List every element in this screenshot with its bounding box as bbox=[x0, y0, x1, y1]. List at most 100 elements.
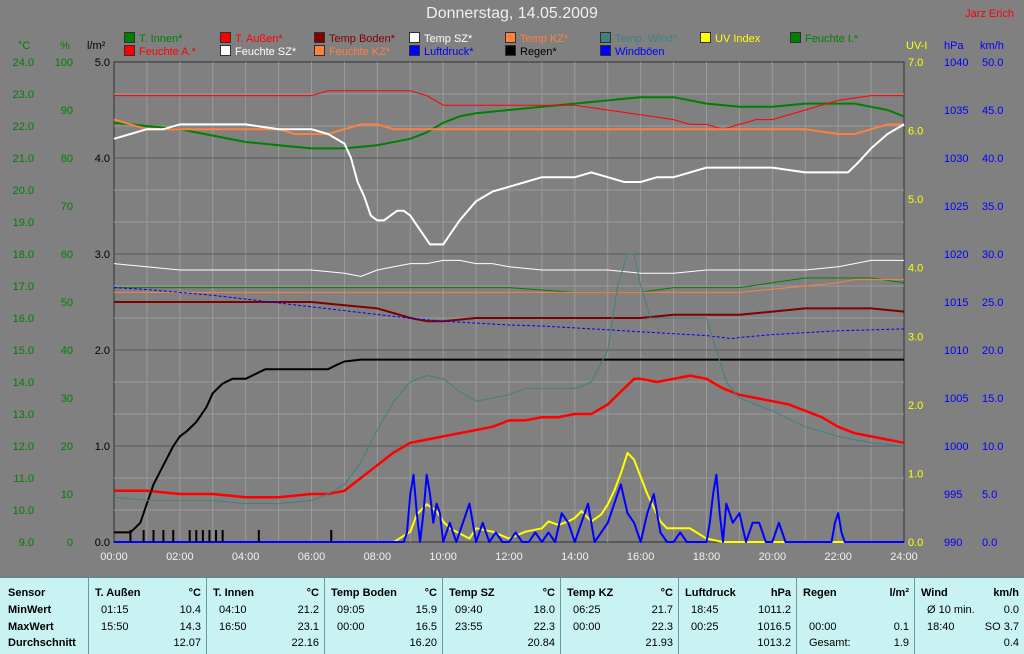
summary-min-value: 1011.2 bbox=[758, 604, 791, 616]
wind-tick-label: 50.0 bbox=[982, 57, 1003, 69]
legend-swatch bbox=[314, 32, 325, 43]
summary-max-value: 16.5 bbox=[415, 621, 437, 633]
summary-block-unit: °C bbox=[306, 587, 319, 599]
legend-item: Feuchte I.* bbox=[790, 32, 858, 45]
temp-tick-label: 15.0 bbox=[13, 345, 34, 357]
legend-item: Feuchte A.* bbox=[124, 45, 196, 58]
x-tick-label: 04:00 bbox=[232, 551, 260, 563]
temp-tick-label: 11.0 bbox=[13, 473, 34, 485]
summary-min-value: 21.2 bbox=[297, 604, 319, 616]
legend-label: UV Index bbox=[715, 33, 761, 45]
unit-wind: km/h bbox=[980, 40, 1004, 52]
legend-item: Feuchte KZ* bbox=[314, 45, 390, 58]
unit-rain: l/m² bbox=[87, 40, 106, 52]
x-tick-label: 22:00 bbox=[824, 551, 852, 563]
author-label: Jarz Erich bbox=[965, 8, 1014, 20]
pressure-tick-label: 1040 bbox=[944, 57, 968, 69]
summary-block-header: Wind bbox=[921, 587, 948, 599]
x-tick-label: 14:00 bbox=[561, 551, 589, 563]
pressure-tick-label: 1010 bbox=[944, 345, 968, 357]
pressure-tick-label: 1000 bbox=[944, 441, 968, 453]
humidity-tick-label: 90 bbox=[61, 105, 73, 117]
uv-tick-label: 4.0 bbox=[908, 263, 923, 275]
legend-swatch bbox=[409, 32, 420, 43]
summary-min-time: 18:45 bbox=[691, 604, 719, 616]
summary-min-time: 01:15 bbox=[101, 604, 129, 616]
pressure-tick-label: 1020 bbox=[944, 249, 968, 261]
wind-tick-label: 25.0 bbox=[982, 297, 1003, 309]
legend-item: Temp KZ* bbox=[505, 32, 568, 45]
uv-tick-label: 5.0 bbox=[908, 194, 923, 206]
legend-swatch bbox=[314, 45, 325, 56]
pressure-tick-label: 990 bbox=[944, 537, 962, 549]
summary-block-unit: °C bbox=[542, 587, 555, 599]
wind-tick-label: 0.0 bbox=[982, 537, 997, 549]
humidity-tick-label: 10 bbox=[61, 489, 73, 501]
summary-block-header: Temp SZ bbox=[449, 587, 495, 599]
summary-block-header: Luftdruck bbox=[685, 587, 736, 599]
summary-max-time: 15:50 bbox=[101, 621, 129, 633]
summary-min-time: 06:25 bbox=[573, 604, 601, 616]
humidity-tick-label: 60 bbox=[61, 249, 73, 261]
summary-block-header: Temp KZ bbox=[567, 587, 614, 599]
temp-tick-label: 13.0 bbox=[13, 409, 34, 421]
summary-block-unit: °C bbox=[424, 587, 437, 599]
wind-tick-label: 40.0 bbox=[982, 153, 1003, 165]
legend-label: Regen* bbox=[520, 46, 557, 58]
temp-tick-label: 22.0 bbox=[13, 121, 34, 133]
summary-avg-value: 0.4 bbox=[1003, 637, 1019, 649]
unit-temp: °C bbox=[18, 40, 31, 52]
summary-max-time: 00:25 bbox=[691, 621, 719, 633]
legend-item: T. Innen* bbox=[124, 32, 182, 45]
rain-tick-label: 2.0 bbox=[95, 345, 110, 357]
legend-swatch bbox=[409, 45, 420, 56]
summary-avg-value: 1013.2 bbox=[757, 637, 791, 649]
wind-tick-label: 45.0 bbox=[982, 105, 1003, 117]
summary-max-value: 14.3 bbox=[179, 621, 201, 633]
x-tick-label: 20:00 bbox=[759, 551, 787, 563]
legend-label: Feuchte I.* bbox=[805, 33, 859, 45]
legend-label: Feuchte A.* bbox=[139, 46, 196, 58]
unit-uv: UV-I bbox=[906, 40, 928, 52]
summary-min-value: 0.0 bbox=[1003, 604, 1019, 616]
summary-max-time: 23:55 bbox=[455, 621, 483, 633]
rain-tick-label: 3.0 bbox=[95, 249, 110, 261]
summary-block-unit: hPa bbox=[770, 587, 791, 599]
unit-press: hPa bbox=[944, 40, 964, 52]
summary-row-label: MinWert bbox=[8, 604, 52, 616]
temp-tick-label: 20.0 bbox=[13, 185, 34, 197]
summary-max-value: 22.3 bbox=[651, 621, 673, 633]
humidity-tick-label: 40 bbox=[61, 345, 73, 357]
legend-label: T. Außen* bbox=[235, 33, 283, 45]
summary-block-unit: km/h bbox=[993, 587, 1019, 599]
uv-tick-label: 0.0 bbox=[908, 537, 923, 549]
uv-tick-label: 2.0 bbox=[908, 400, 923, 412]
wind-tick-label: 5.0 bbox=[982, 489, 997, 501]
summary-max-value: 1016.5 bbox=[757, 621, 791, 633]
uv-tick-label: 7.0 bbox=[908, 57, 923, 69]
legend-swatch bbox=[220, 32, 231, 43]
legend-item: T. Außen* bbox=[220, 32, 283, 45]
summary-block-header: Regen bbox=[803, 587, 837, 599]
weather-chart: 9.0 10.0 11.0 12.0 13.0 14.0 15.0 16.0 17.0 18.0 1… bbox=[13, 57, 1004, 563]
x-tick-label: 18:00 bbox=[693, 551, 721, 563]
legend-item: UV Index bbox=[700, 32, 760, 45]
legend-swatch bbox=[600, 32, 611, 43]
summary-min-time: 09:40 bbox=[455, 604, 483, 616]
summary-avg-value: 22.16 bbox=[291, 637, 319, 649]
legend-label: Temp. Wind* bbox=[615, 33, 678, 45]
chart-area: 9.0 10.0 11.0 12.0 13.0 14.0 15.0 16.0 17.0 18.0 1… bbox=[0, 0, 1024, 576]
temp-tick-label: 16.0 bbox=[13, 313, 34, 325]
summary-avg-value: 21.93 bbox=[645, 637, 673, 649]
legend-item: Regen* bbox=[505, 45, 557, 58]
legend-label: Temp SZ* bbox=[424, 33, 473, 45]
pressure-tick-label: 1035 bbox=[944, 105, 968, 117]
summary-block: Luftdruck hPa 18:45 1011.2 00:25 1016.5 1013.2 bbox=[678, 578, 797, 654]
summary-block-header: T. Innen bbox=[213, 587, 254, 599]
x-tick-label: 24:00 bbox=[890, 551, 918, 563]
summary-block-header: Temp Boden bbox=[331, 587, 397, 599]
legend-swatch bbox=[505, 32, 516, 43]
summary-min-time: 09:05 bbox=[337, 604, 365, 616]
temp-tick-label: 17.0 bbox=[13, 281, 34, 293]
summary-max-value: 22.3 bbox=[533, 621, 555, 633]
